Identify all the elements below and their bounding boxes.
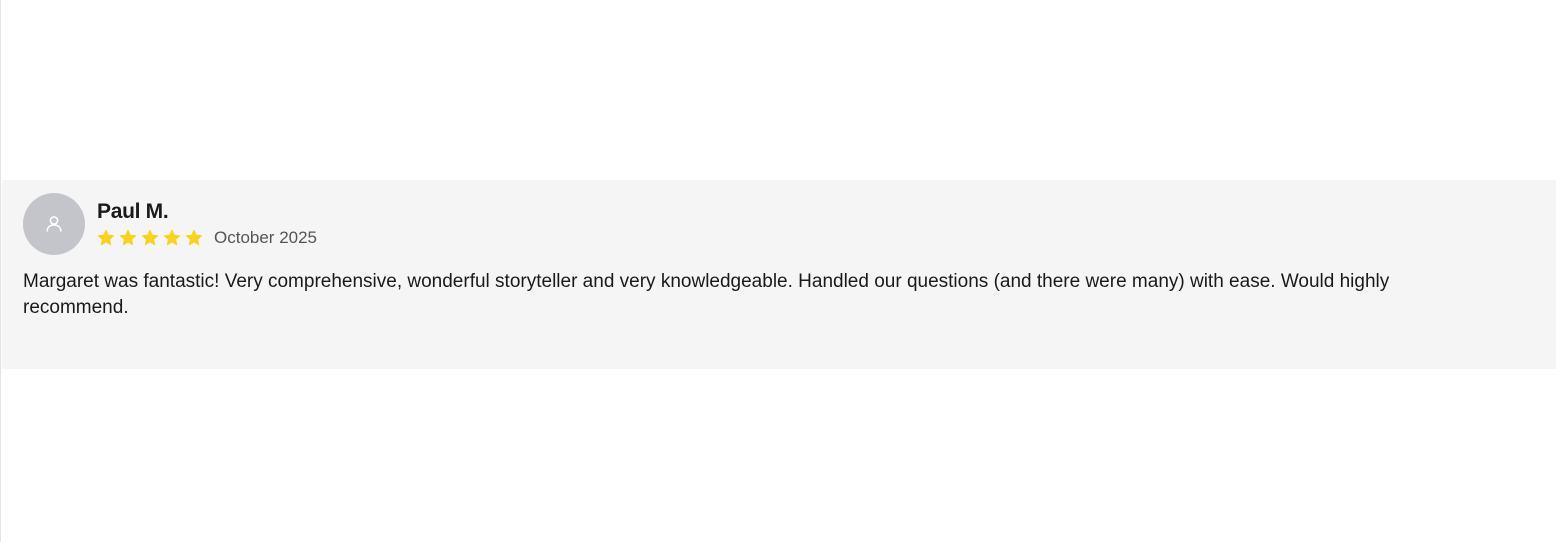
rating-row: October 2025 bbox=[97, 227, 317, 249]
star-icon bbox=[97, 229, 115, 246]
reviewer-name: Paul M. bbox=[97, 200, 169, 223]
review-text: Margaret was fantastic! Very comprehensi… bbox=[23, 271, 1390, 318]
review-date: October 2025 bbox=[214, 228, 318, 247]
user-icon bbox=[46, 216, 62, 232]
star-icon bbox=[185, 229, 203, 246]
star-icon bbox=[163, 229, 181, 246]
star-icon bbox=[141, 229, 159, 246]
star-rating bbox=[97, 229, 203, 247]
avatar bbox=[23, 193, 85, 255]
star-icon bbox=[119, 229, 137, 246]
review-card: Paul M. October 2025 Margaret was fantas… bbox=[2, 180, 1556, 369]
page: Paul M. October 2025 Margaret was fantas… bbox=[0, 0, 1556, 542]
